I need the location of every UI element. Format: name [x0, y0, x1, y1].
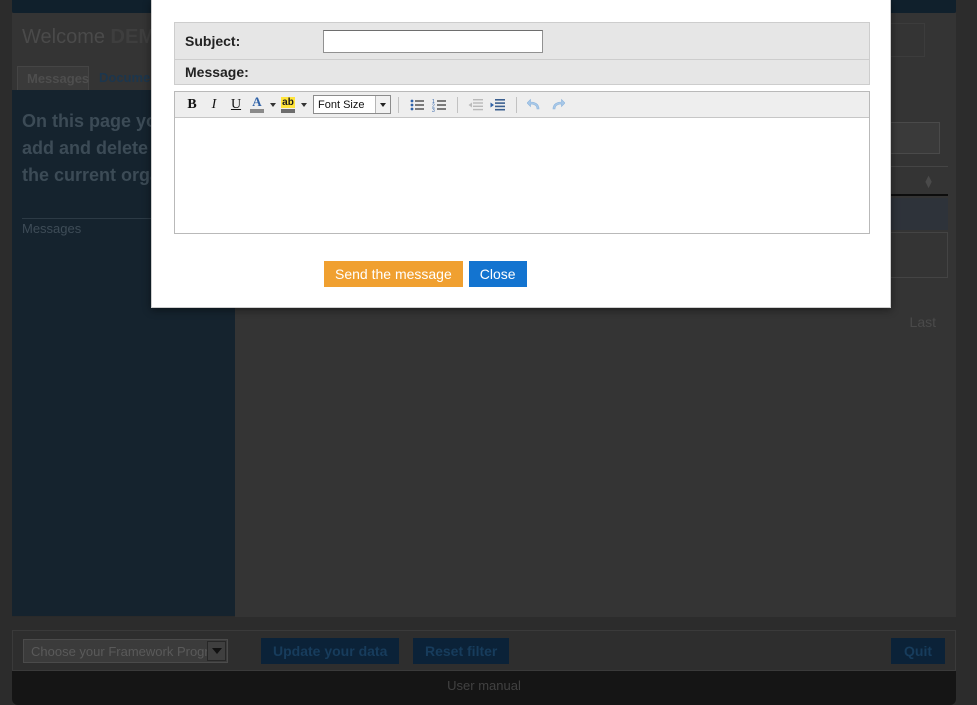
message-label: Message: — [185, 64, 249, 80]
dialog-actions: Send the message Close — [324, 261, 527, 287]
rich-text-editor: B I U A ab Font Size 1 2 3 — [174, 91, 870, 234]
message-row: Message: — [174, 60, 870, 85]
send-message-button[interactable]: Send the message — [324, 261, 463, 287]
editor-toolbar: B I U A ab Font Size 1 2 3 — [175, 92, 869, 118]
bottom-toolbar: Choose your Framework Program Update you… — [12, 630, 956, 671]
close-dialog-button[interactable]: Close — [468, 261, 527, 287]
update-your-data-button[interactable]: Update your data — [261, 638, 400, 664]
font-color-button[interactable]: A — [247, 94, 267, 116]
indent-button[interactable] — [487, 94, 509, 116]
font-color-control[interactable]: A — [247, 94, 278, 116]
undo-button[interactable] — [524, 94, 546, 116]
sort-updown-icon[interactable]: ▲ ▼ — [923, 174, 934, 191]
highlighter-icon: ab — [281, 96, 295, 108]
font-color-swatch — [250, 109, 264, 113]
triangle-glyph — [380, 102, 386, 107]
welcome-banner: Welcome DEMO — [22, 26, 171, 49]
tab-messages[interactable]: Messages — [17, 66, 89, 90]
font-size-value: Font Size — [318, 98, 365, 111]
header-dropdown-wrapper[interactable] — [890, 23, 925, 57]
message-form: Subject: Message: B I U A ab Font Size 1… — [174, 22, 870, 234]
tab-messages-label: Messages — [27, 71, 90, 86]
chevron-down-icon[interactable] — [207, 641, 226, 661]
framework-program-value: Choose your Framework Program — [31, 644, 227, 659]
triangle-glyph — [211, 648, 222, 654]
toolbar-divider — [516, 96, 517, 113]
triangle-glyph — [269, 102, 276, 107]
highlight-chevron-down-icon[interactable] — [298, 94, 309, 116]
italic-button[interactable]: I — [203, 94, 225, 116]
toolbar-divider — [398, 96, 399, 113]
highlight-color-control[interactable]: ab — [278, 94, 309, 116]
pagination-last-button[interactable]: Last — [910, 314, 936, 330]
user-manual-link[interactable]: User manual — [447, 678, 521, 693]
font-size-select[interactable]: Font Size — [313, 95, 391, 114]
subject-label: Subject: — [185, 33, 241, 49]
message-input[interactable] — [175, 118, 869, 233]
subject-row: Subject: — [174, 22, 870, 60]
font-color-chevron-down-icon[interactable] — [267, 94, 278, 116]
svg-text:3: 3 — [432, 108, 435, 112]
bold-button[interactable]: B — [181, 94, 203, 116]
send-message-dialog: Subject: Message: B I U A ab Font Size 1… — [151, 0, 891, 308]
page-footer: User manual — [12, 671, 956, 705]
chevron-down-icon[interactable] — [375, 96, 390, 113]
triangle-glyph — [300, 102, 307, 107]
outdent-button[interactable] — [465, 94, 487, 116]
welcome-prefix: Welcome — [22, 26, 111, 48]
underline-button[interactable]: U — [225, 94, 247, 116]
toolbar-divider — [457, 96, 458, 113]
highlight-color-swatch — [281, 108, 295, 113]
font-color-icon: A — [252, 94, 262, 109]
subject-input[interactable] — [323, 29, 543, 53]
section-title: Messages — [22, 221, 82, 236]
reset-filter-button[interactable]: Reset filter — [413, 638, 510, 664]
editor-body — [175, 118, 869, 233]
bullet-list-button[interactable] — [406, 94, 428, 116]
quit-button[interactable]: Quit — [891, 638, 945, 664]
numbered-list-button[interactable]: 1 2 3 — [428, 94, 450, 116]
redo-button[interactable] — [546, 94, 568, 116]
highlight-color-button[interactable]: ab — [278, 94, 298, 116]
framework-program-select[interactable]: Choose your Framework Program — [23, 639, 228, 663]
